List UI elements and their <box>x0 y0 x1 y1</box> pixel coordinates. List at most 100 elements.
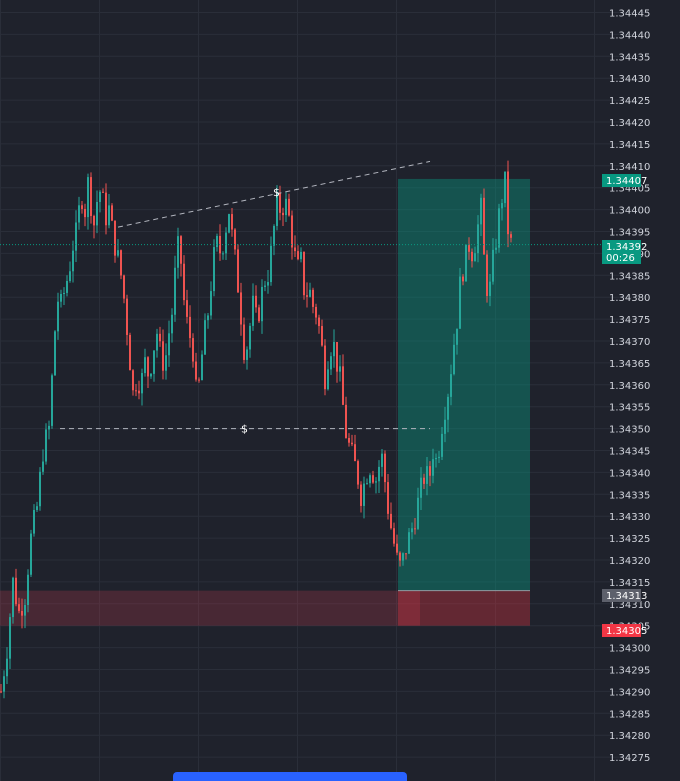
candle-body <box>459 276 461 329</box>
candle-body <box>351 442 353 445</box>
price-tick-label: 1.34380 <box>609 293 650 304</box>
candle-body <box>81 205 83 209</box>
candle-body <box>348 437 350 443</box>
candle-body <box>156 333 158 351</box>
candle-body <box>474 253 476 262</box>
candle-body <box>108 205 110 226</box>
candle-body <box>180 236 182 264</box>
candle-body <box>240 292 242 325</box>
candle-body <box>117 250 119 256</box>
candle-body <box>9 617 11 659</box>
price-tick-label: 1.34315 <box>609 578 650 589</box>
candle-body <box>501 203 503 209</box>
candle-body <box>435 457 437 460</box>
candle-body <box>243 324 245 360</box>
grid <box>0 0 648 781</box>
candle-body <box>129 334 131 371</box>
candle-body <box>426 466 428 484</box>
candle-body <box>111 205 113 221</box>
candle-body <box>312 289 314 307</box>
candle-body <box>195 361 197 380</box>
candle-body <box>306 295 308 297</box>
candle-body <box>177 236 179 268</box>
candle-body <box>174 267 176 315</box>
candle-body <box>207 315 209 321</box>
candle-body <box>483 197 485 255</box>
candle-body <box>171 314 173 334</box>
candle-body <box>303 251 305 296</box>
candle-body <box>462 276 464 282</box>
candle-body <box>165 355 167 371</box>
take-profit-badge-label: 1.34407 <box>606 176 647 187</box>
candle-body <box>429 466 431 476</box>
candle-body <box>228 214 230 233</box>
candle-body <box>438 456 440 458</box>
candlestick-chart[interactable]: $$ 1.344451.344401.344351.344301.344251.… <box>0 0 680 781</box>
price-axis[interactable] <box>648 0 680 781</box>
candle-body <box>471 251 473 262</box>
candle-body <box>339 366 341 372</box>
candle-body <box>261 286 263 322</box>
candle-body <box>396 543 398 553</box>
candle-body <box>363 483 365 506</box>
candle-body <box>285 198 287 216</box>
candle-body <box>24 605 26 616</box>
candle-body <box>210 291 212 316</box>
candle-body <box>30 533 32 575</box>
price-tick-label: 1.34280 <box>609 731 650 742</box>
price-tick-label: 1.34365 <box>609 359 650 370</box>
candle-body <box>390 513 392 529</box>
candle-body <box>417 497 419 529</box>
candle-body <box>510 234 512 238</box>
candle-body <box>75 222 77 251</box>
candle-body <box>69 271 71 281</box>
candle-body <box>114 220 116 256</box>
candle-body <box>393 528 395 544</box>
candle-body <box>225 232 227 254</box>
candle-body <box>204 320 206 355</box>
candle-body <box>357 461 359 485</box>
candle-body <box>291 215 293 248</box>
candle-body <box>408 532 410 554</box>
candle-body <box>147 357 149 377</box>
price-tick-label: 1.34275 <box>609 753 650 764</box>
candle-body <box>327 369 329 390</box>
candle-body <box>93 215 95 226</box>
candle-body <box>405 553 407 555</box>
candle-body <box>183 263 185 301</box>
candle-body <box>90 177 92 216</box>
candle-body <box>33 510 35 534</box>
candle-body <box>42 461 44 472</box>
candle-body <box>135 390 137 392</box>
candle-body <box>123 275 125 299</box>
candle-body <box>321 326 323 346</box>
candle-body <box>249 325 251 350</box>
candle-body <box>369 475 371 484</box>
candle-body <box>186 300 188 317</box>
price-tick-label: 1.34290 <box>609 687 650 698</box>
candle-body <box>126 298 128 335</box>
price-tick-label: 1.34325 <box>609 534 650 545</box>
price-tick-label: 1.34440 <box>609 30 650 41</box>
candle-body <box>144 357 146 374</box>
candle-body <box>447 396 449 420</box>
price-tick-label: 1.34375 <box>609 315 650 326</box>
candle-body <box>360 484 362 506</box>
candle-body <box>489 281 491 296</box>
candle-body <box>216 235 218 248</box>
candle-body <box>453 344 455 375</box>
candle-body <box>84 208 86 218</box>
candle-body <box>99 191 101 202</box>
candle-body <box>432 459 434 476</box>
time-scroll-handle[interactable] <box>173 772 407 781</box>
candle-body <box>36 506 38 511</box>
candle-body <box>330 356 332 370</box>
candle-body <box>213 247 215 292</box>
candle-body <box>48 425 50 430</box>
candle-body <box>72 250 74 272</box>
candle-body <box>465 244 467 282</box>
countdown-label: 00:26 <box>606 253 635 264</box>
candle-body <box>507 171 509 235</box>
candle-body <box>192 338 194 362</box>
price-tick-label: 1.34370 <box>609 337 650 348</box>
